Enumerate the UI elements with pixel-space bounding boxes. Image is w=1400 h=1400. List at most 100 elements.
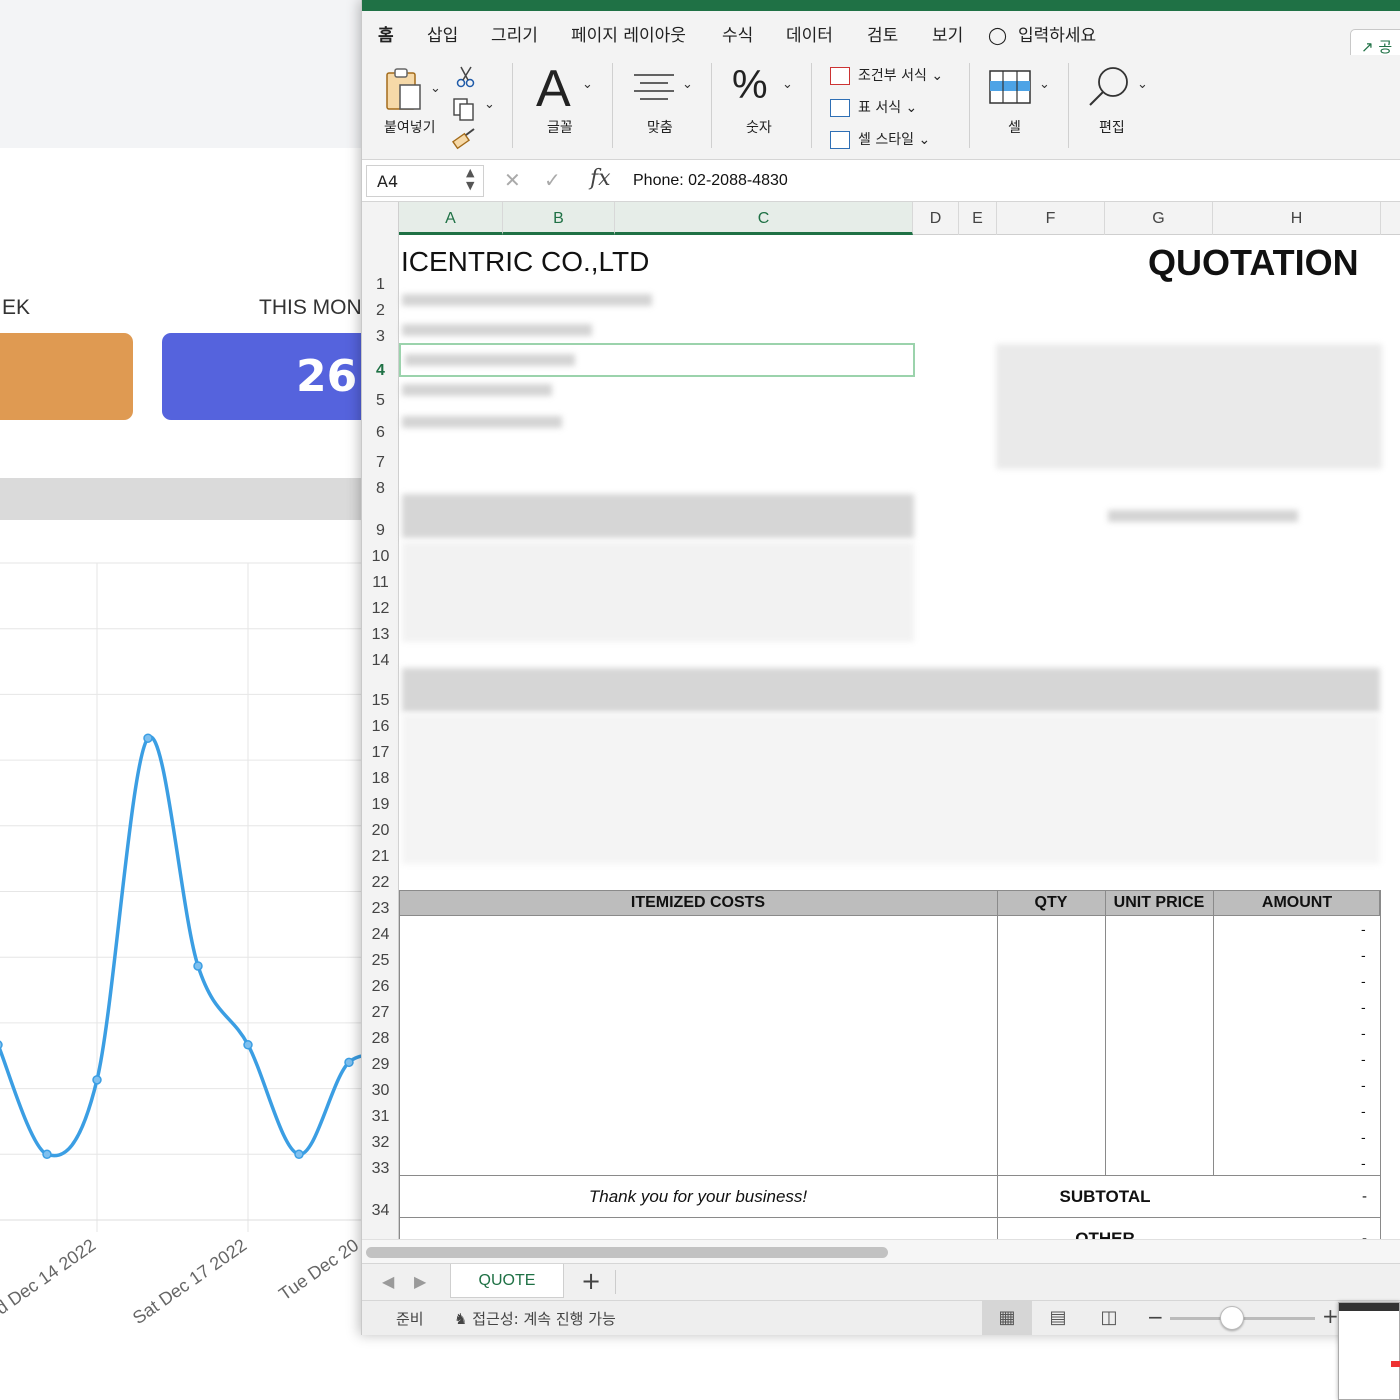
row-header-18[interactable]: 18 xyxy=(362,770,399,790)
page-break-view-icon[interactable]: ◫ xyxy=(1084,1301,1134,1335)
tab-draw[interactable]: 그리기 xyxy=(491,21,538,46)
row-header-15[interactable]: 15 xyxy=(362,692,399,712)
add-sheet-icon[interactable]: + xyxy=(581,1267,601,1295)
insert-function-icon[interactable]: fx xyxy=(590,166,611,191)
sheet-tab-quote[interactable]: QUOTE xyxy=(450,1264,564,1298)
amount-cell[interactable]: - xyxy=(1361,1129,1366,1145)
copy-icon[interactable] xyxy=(452,97,476,121)
row-header-21[interactable]: 21 xyxy=(362,848,399,868)
row-header-32[interactable]: 32 xyxy=(362,1134,399,1154)
row-header-3[interactable]: 3 xyxy=(362,328,399,348)
subtotal-value-cell[interactable]: - xyxy=(1362,1188,1367,1205)
quotation-title-cell[interactable]: QUOTATION xyxy=(1148,242,1359,284)
column-header-a[interactable]: A xyxy=(399,202,503,235)
row-header-16[interactable]: 16 xyxy=(362,718,399,738)
row-header-23[interactable]: 23 xyxy=(362,900,399,920)
cancel-icon[interactable]: ✕ xyxy=(504,168,521,192)
column-header-f[interactable]: F xyxy=(997,202,1105,235)
accessibility-status[interactable]: ♞ 접근성: 계속 진행 가능 xyxy=(454,1308,616,1329)
select-all-corner[interactable] xyxy=(362,202,399,235)
spreadsheet-grid[interactable]: A B C D E F G H 1 2 3 4 5 6 7 8 9 10 11 12 13 14 15 16 1… xyxy=(362,202,1400,1239)
column-header-d[interactable]: D xyxy=(913,202,959,235)
zoom-out-icon[interactable]: − xyxy=(1147,1305,1164,1329)
name-box-stepper-icon[interactable]: ▲ ▼ xyxy=(466,166,474,192)
format-painter-icon[interactable] xyxy=(452,127,478,151)
unit-price-header[interactable]: UNIT PRICE xyxy=(1105,894,1213,912)
tell-me-search[interactable]: ◯ 입력하세요 xyxy=(988,21,1096,46)
other-value-cell[interactable]: - xyxy=(1362,1230,1367,1239)
tab-formulas[interactable]: 수식 xyxy=(722,21,753,46)
row-header-1[interactable]: 1 xyxy=(362,276,399,296)
subtotal-label-cell[interactable]: SUBTOTAL xyxy=(997,1187,1213,1207)
next-sheet-icon[interactable]: ▶ xyxy=(414,1272,426,1291)
row-header-4[interactable]: 4 xyxy=(362,362,399,382)
row-header-19[interactable]: 19 xyxy=(362,796,399,816)
amount-header[interactable]: AMOUNT xyxy=(1213,894,1381,912)
chart-point[interactable] xyxy=(42,1149,52,1160)
column-header-h[interactable]: H xyxy=(1213,202,1381,235)
chart-point[interactable] xyxy=(143,733,153,743)
chart-point[interactable] xyxy=(344,1057,354,1068)
amount-cell[interactable]: - xyxy=(1361,1155,1366,1171)
chart-point[interactable] xyxy=(294,1149,304,1160)
amount-cell[interactable]: - xyxy=(1361,1077,1366,1093)
row-header-17[interactable]: 17 xyxy=(362,744,399,764)
row-header-8[interactable]: 8 xyxy=(362,480,399,500)
row-header-30[interactable]: 30 xyxy=(362,1082,399,1102)
itemized-costs-header[interactable]: ITEMIZED COSTS xyxy=(399,894,997,912)
amount-cell[interactable]: - xyxy=(1361,921,1366,937)
paste-dropdown-icon[interactable]: ⌄ xyxy=(430,81,441,96)
row-header-2[interactable]: 2 xyxy=(362,302,399,322)
chart-point[interactable] xyxy=(243,1040,253,1050)
cut-icon[interactable] xyxy=(456,65,476,89)
zoom-slider-handle[interactable] xyxy=(1220,1306,1244,1330)
row-header-5[interactable]: 5 xyxy=(362,392,399,412)
cells-group[interactable]: ⌄ 셀 xyxy=(987,55,1067,155)
row-header-7[interactable]: 7 xyxy=(362,454,399,474)
font-group[interactable]: A ⌄ 글꼴 xyxy=(532,55,612,155)
column-header-g[interactable]: G xyxy=(1105,202,1213,235)
tab-home[interactable]: 홈 xyxy=(378,21,394,46)
row-header-29[interactable]: 29 xyxy=(362,1056,399,1076)
copy-dropdown-icon[interactable]: ⌄ xyxy=(484,97,495,112)
row-header-24[interactable]: 24 xyxy=(362,926,399,946)
amount-cell[interactable]: - xyxy=(1361,1103,1366,1119)
tab-review[interactable]: 검토 xyxy=(867,21,898,46)
amount-cell[interactable]: - xyxy=(1361,1025,1366,1041)
qty-header[interactable]: QTY xyxy=(997,894,1105,912)
row-header-9[interactable]: 9 xyxy=(362,522,399,542)
page-layout-view-icon[interactable]: ▤ xyxy=(1033,1301,1083,1335)
company-name-cell[interactable]: ICENTRIC CO.,LTD xyxy=(401,246,649,278)
prev-sheet-icon[interactable]: ◀ xyxy=(382,1272,394,1291)
row-header-31[interactable]: 31 xyxy=(362,1108,399,1128)
formula-input[interactable]: Phone: 02-2088-4830 xyxy=(633,172,788,190)
amount-cell[interactable]: - xyxy=(1361,1051,1366,1067)
row-header-14[interactable]: 14 xyxy=(362,652,399,672)
paste-icon[interactable] xyxy=(384,67,426,113)
cell-styles-button[interactable]: 셀 스타일 ⌄ xyxy=(830,129,930,149)
editing-group[interactable]: ⌄ 편집 xyxy=(1087,55,1167,155)
row-header-33[interactable]: 33 xyxy=(362,1160,399,1180)
row-header-25[interactable]: 25 xyxy=(362,952,399,972)
normal-view-icon[interactable]: ▦ xyxy=(982,1301,1032,1335)
number-group[interactable]: % ⌄ 숫자 xyxy=(732,55,812,155)
column-header-b[interactable]: B xyxy=(503,202,615,235)
chart-point[interactable] xyxy=(92,1075,102,1085)
amount-cell[interactable]: - xyxy=(1361,947,1366,963)
zoom-in-icon[interactable]: + xyxy=(1322,1304,1339,1328)
screenshot-thumbnail[interactable] xyxy=(1338,1302,1400,1400)
format-as-table-button[interactable]: 표 서식 ⌄ xyxy=(830,97,917,117)
row-header-28[interactable]: 28 xyxy=(362,1030,399,1050)
tab-insert[interactable]: 삽입 xyxy=(427,21,458,46)
column-header-c[interactable]: C xyxy=(615,202,913,235)
row-header-34[interactable]: 34 xyxy=(362,1202,399,1222)
conditional-format-button[interactable]: 조건부 서식 ⌄ xyxy=(830,65,943,85)
column-header-e[interactable]: E xyxy=(959,202,997,235)
amount-cell[interactable]: - xyxy=(1361,999,1366,1015)
tab-data[interactable]: 데이터 xyxy=(786,21,833,46)
horizontal-scrollbar[interactable] xyxy=(362,1239,1400,1263)
other-label-cell[interactable]: OTHER xyxy=(997,1229,1213,1239)
selected-cell-a4[interactable] xyxy=(399,343,915,377)
amount-cell[interactable]: - xyxy=(1361,973,1366,989)
row-header-26[interactable]: 26 xyxy=(362,978,399,998)
